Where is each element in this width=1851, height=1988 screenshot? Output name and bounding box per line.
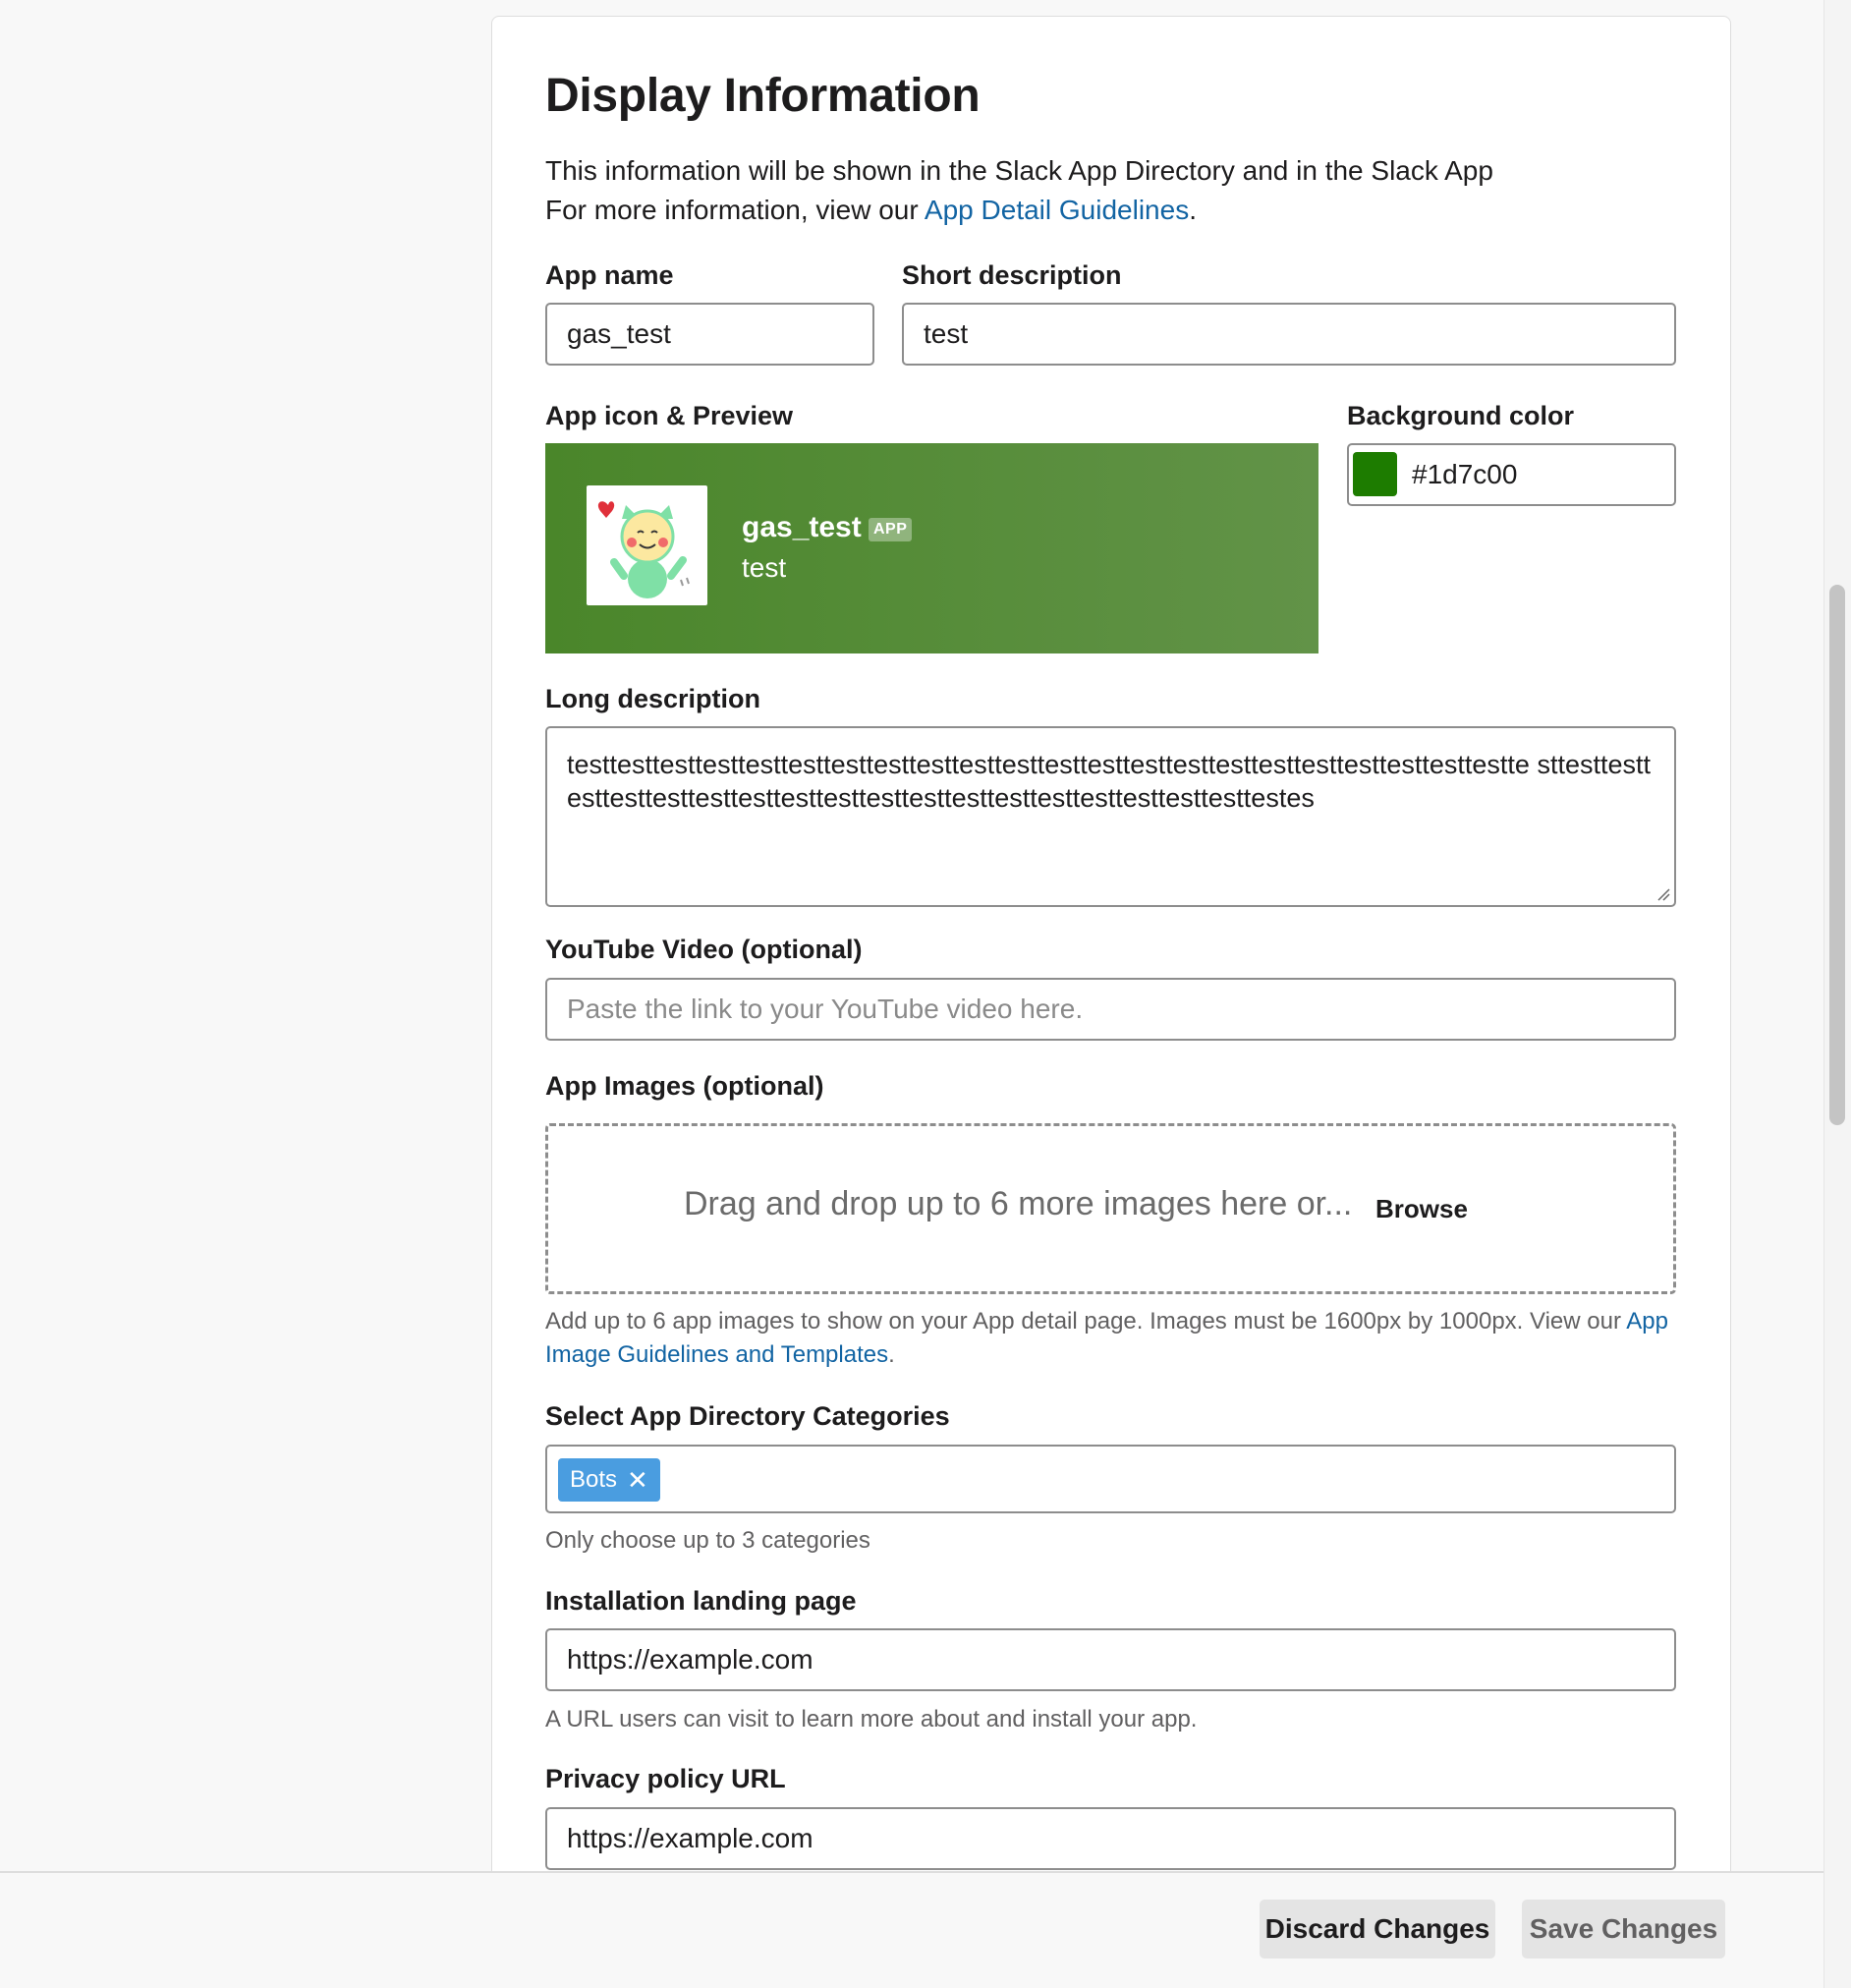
app-icon-preview-label: App icon & Preview — [545, 401, 794, 430]
color-swatch[interactable] — [1353, 452, 1397, 496]
browse-button[interactable]: Browse — [1375, 1194, 1468, 1224]
youtube-video-label: YouTube Video (optional) — [545, 935, 863, 964]
installation-landing-hint: A URL users can visit to learn more abou… — [545, 1706, 1198, 1732]
section-title: Display Information — [545, 70, 981, 122]
youtube-video-input[interactable]: Paste the link to your YouTube video her… — [545, 978, 1676, 1041]
privacy-policy-label: Privacy policy URL — [545, 1764, 786, 1793]
categories-label: Select App Directory Categories — [545, 1401, 950, 1431]
app-detail-guidelines-link[interactable]: App Detail Guidelines — [925, 195, 1189, 225]
privacy-policy-input[interactable]: https://example.com — [545, 1807, 1676, 1870]
app-icon[interactable] — [587, 485, 707, 605]
scrollbar-thumb[interactable] — [1829, 585, 1845, 1125]
app-settings-page: Display Information This information wil… — [0, 0, 1851, 1988]
long-description-textarea[interactable]: testtesttesttesttesttesttesttesttesttest… — [545, 726, 1676, 907]
app-name-label: App name — [545, 260, 674, 290]
app-images-label: App Images (optional) — [545, 1071, 824, 1101]
long-description-label: Long description — [545, 684, 760, 713]
categories-hint: Only choose up to 3 categories — [545, 1527, 870, 1554]
section-intro: This information will be shown in the Sl… — [545, 151, 1675, 230]
preview-app-description: test — [742, 552, 787, 583]
resize-handle-icon[interactable] — [1656, 887, 1670, 901]
youtube-placeholder: Paste the link to your YouTube video her… — [567, 994, 1084, 1024]
app-badge: APP — [869, 518, 913, 541]
intro-line-1: This information will be shown in the Sl… — [545, 155, 1493, 186]
save-changes-button[interactable]: Save Changes — [1522, 1900, 1725, 1959]
discard-changes-button[interactable]: Discard Changes — [1260, 1900, 1495, 1959]
short-description-input[interactable]: test — [902, 303, 1676, 366]
app-name-input[interactable]: gas_test — [545, 303, 874, 366]
dropzone-text: Drag and drop up to 6 more images here o… — [684, 1185, 1353, 1222]
app-images-hint: Add up to 6 app images to show on your A… — [545, 1308, 1668, 1368]
intro-line-2: For more information, view our App Detai… — [545, 195, 1197, 225]
preview-app-name: gas_test — [742, 511, 862, 543]
categories-select[interactable] — [545, 1445, 1676, 1513]
installation-landing-input[interactable]: https://example.com — [545, 1628, 1676, 1691]
category-tag-label: Bots — [570, 1466, 618, 1493]
installation-landing-label: Installation landing page — [545, 1586, 857, 1616]
short-description-label: Short description — [902, 260, 1122, 290]
app-icon-image — [597, 501, 690, 598]
category-tag-bots: Bots ✕ — [558, 1458, 660, 1502]
remove-tag-icon[interactable]: ✕ — [627, 1467, 648, 1493]
background-color-label: Background color — [1347, 401, 1575, 430]
